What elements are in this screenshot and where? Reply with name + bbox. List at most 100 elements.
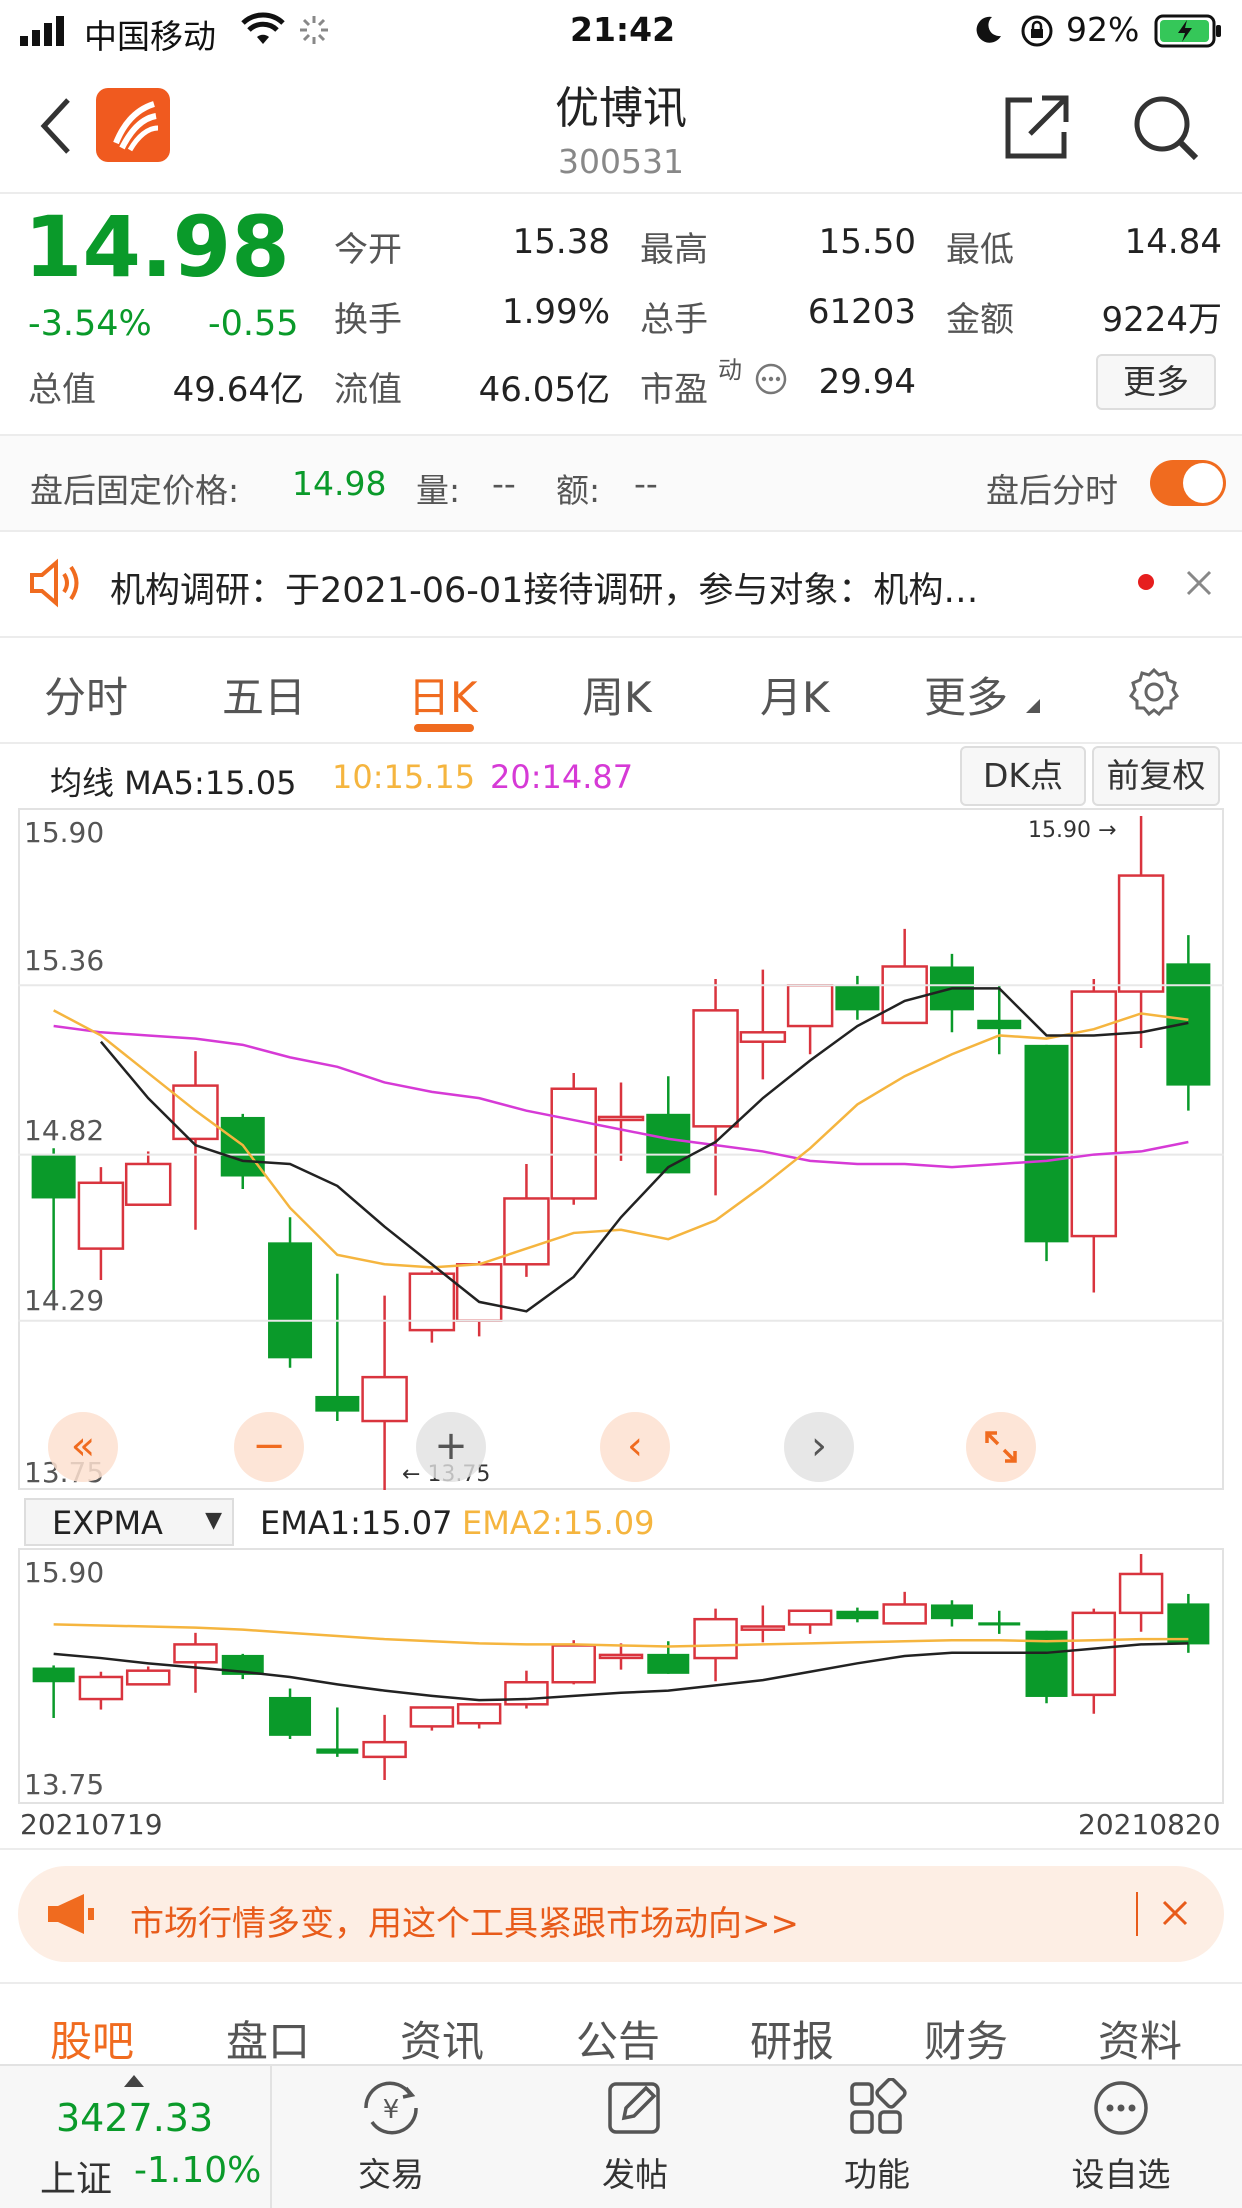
ema2-line <box>53 1623 1189 1648</box>
loading-icon <box>298 14 330 50</box>
index-pct: -1.10% <box>134 2150 262 2191</box>
scroll-left-button[interactable]: ‹ <box>600 1412 670 1482</box>
tab-monthly-k[interactable]: 月K <box>760 664 830 725</box>
signal-icon <box>20 16 72 50</box>
subtab-news[interactable]: 资讯 <box>400 2008 484 2069</box>
more-quote-button[interactable]: 更多 <box>1096 354 1216 410</box>
max-price-label: 15.90 → <box>1028 818 1117 843</box>
after-hours-volume: -- <box>492 464 516 503</box>
candle-up <box>361 1375 408 1423</box>
indicator-select[interactable]: EXPMA ▼ <box>24 1498 234 1546</box>
tab-underline <box>414 724 474 732</box>
subtab-research[interactable]: 研报 <box>750 2008 834 2069</box>
moon-icon <box>972 14 1004 50</box>
tab-weekly-k[interactable]: 周K <box>582 664 652 725</box>
indicator-select-value: EXPMA <box>52 1504 163 1542</box>
expma-y-bottom: 13.75 <box>24 1768 105 1801</box>
candle-up <box>124 1162 172 1206</box>
pe-value: 29.94 <box>818 362 916 402</box>
candle-up <box>1117 874 1165 993</box>
candle-down <box>977 1019 1022 1030</box>
nav-add-watchlist[interactable]: 设自选 <box>1046 2078 1196 2198</box>
y-tick-4: 14.29 <box>24 1284 105 1317</box>
subtab-order-book[interactable]: 盘口 <box>226 2008 310 2069</box>
candle-up <box>1071 1611 1117 1697</box>
search-button[interactable] <box>1130 92 1202 168</box>
more-dots-icon <box>1094 2081 1148 2135</box>
scroll-right-button[interactable]: › <box>784 1412 854 1482</box>
edit-icon <box>608 2082 660 2134</box>
candle-up <box>693 1617 738 1660</box>
adjust-price-button[interactable]: 前复权 <box>1092 746 1220 806</box>
zoom-in-button[interactable]: + <box>416 1412 486 1482</box>
candle-down <box>1166 963 1211 1086</box>
candle-up <box>456 1703 502 1725</box>
volume-value: 61203 <box>807 292 916 332</box>
expma-y-top: 15.90 <box>24 1556 105 1589</box>
battery-percent: 92% <box>1066 10 1140 49</box>
nav-functions[interactable]: 功能 <box>802 2078 952 2198</box>
y-tick-2: 15.36 <box>24 944 105 977</box>
notice-close-icon[interactable] <box>1184 568 1214 602</box>
index-value[interactable]: 3427.33 <box>56 2096 213 2140</box>
after-hours-toggle[interactable] <box>1150 460 1226 506</box>
tab-daily-k[interactable]: 日K <box>408 664 478 725</box>
candle-up <box>551 1644 596 1684</box>
subtab-profile[interactable]: 资料 <box>1098 2008 1182 2069</box>
tab-intraday[interactable]: 分时 <box>44 664 128 725</box>
ad-close-icon[interactable] <box>1160 1898 1190 1932</box>
trade-icon: ¥ <box>364 2081 418 2135</box>
subtab-announcements[interactable]: 公告 <box>576 2008 660 2069</box>
share-button[interactable] <box>1002 92 1072 166</box>
expma-chart[interactable] <box>18 1548 1224 1804</box>
candle-up <box>881 965 928 1025</box>
tab-five-day[interactable]: 五日 <box>222 664 306 725</box>
change-percent: -3.54% <box>28 304 152 344</box>
notice-text[interactable]: 机构调研：于2021-06-01接待调研，参与对象：机构… <box>110 562 978 613</box>
tab-more[interactable]: 更多 <box>924 664 1008 725</box>
after-hours-price: 14.98 <box>292 464 387 503</box>
nav-trade-label: 交易 <box>358 2155 424 2194</box>
chart-settings-icon[interactable] <box>1128 666 1180 722</box>
candle-up <box>787 1609 833 1626</box>
candle-up <box>362 1740 407 1759</box>
high-value: 15.50 <box>818 222 916 262</box>
zoom-out-button[interactable]: − <box>234 1412 304 1482</box>
amount-value: 9224万 <box>1101 300 1222 340</box>
dk-point-button[interactable]: DK点 <box>960 746 1086 806</box>
low-value: 14.84 <box>1124 222 1222 262</box>
scroll-start-button[interactable]: « <box>48 1412 118 1482</box>
date-start: 20210719 <box>20 1808 163 1841</box>
subtab-forum[interactable]: 股吧 <box>50 2008 134 2069</box>
candle-down <box>647 1653 690 1674</box>
wifi-icon <box>240 12 286 50</box>
turnover-label: 换手 <box>334 300 402 340</box>
speaker-icon <box>28 558 84 612</box>
turnover-value: 1.99% <box>501 292 610 332</box>
clock: 21:42 <box>570 10 676 49</box>
toggle-knob <box>1183 463 1223 503</box>
after-hours-label: 盘后固定价格: <box>30 471 240 510</box>
fullscreen-button[interactable] <box>966 1412 1036 1482</box>
candle-down <box>646 1113 691 1174</box>
y-tick-top: 15.90 <box>24 816 105 849</box>
candle-down <box>315 1395 360 1412</box>
open-value: 15.38 <box>512 222 610 262</box>
ma20-legend: 20:14.87 <box>490 758 634 796</box>
after-hours-volume-label: 量: <box>416 471 461 510</box>
notice-dot <box>1138 574 1154 590</box>
subtab-finance[interactable]: 财务 <box>924 2008 1008 2069</box>
high-label: 最高 <box>640 230 708 270</box>
candle-up <box>409 1706 455 1728</box>
ad-text[interactable]: 市场行情多变，用这个工具紧跟市场动向>> <box>130 1896 799 1945</box>
nav-post[interactable]: 发帖 <box>560 2078 710 2198</box>
candle-up <box>882 1603 927 1625</box>
carrier-label: 中国移动 <box>84 17 216 56</box>
candle-down <box>836 1610 879 1620</box>
chevron-down-icon: ▼ <box>205 1508 222 1533</box>
nav-add-watchlist-label: 设自选 <box>1071 2155 1171 2194</box>
k-line-chart[interactable] <box>18 808 1224 1490</box>
grid-icon <box>850 2078 907 2134</box>
nav-trade[interactable]: ¥ 交易 <box>316 2078 466 2198</box>
battery-icon <box>1154 14 1224 52</box>
